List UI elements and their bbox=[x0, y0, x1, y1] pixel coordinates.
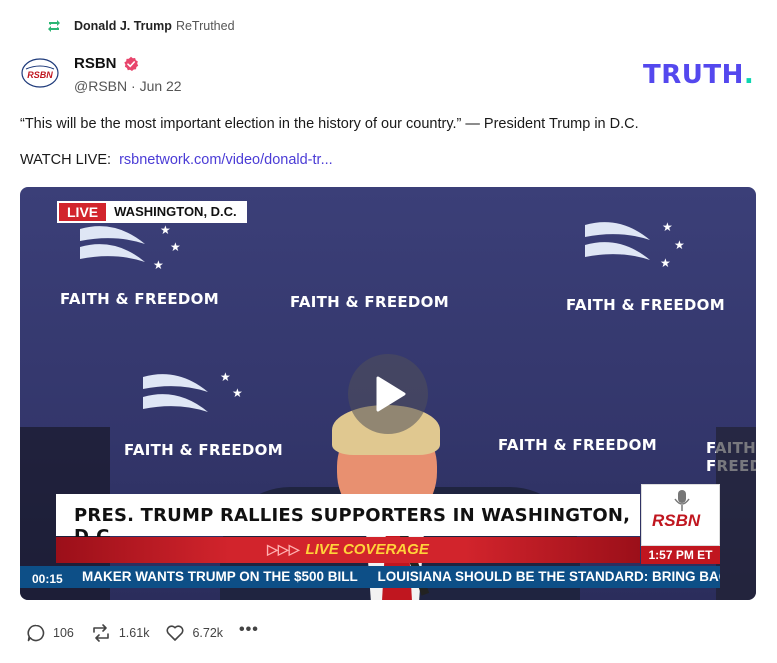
watch-live-line: WATCH LIVE: rsbnetwork.com/video/donald-… bbox=[20, 152, 333, 168]
svg-text:★: ★ bbox=[232, 386, 243, 400]
network-logo-text: RSBN bbox=[652, 511, 701, 530]
svg-text:★: ★ bbox=[170, 240, 181, 254]
watch-live-link[interactable]: rsbnetwork.com/video/donald-tr... bbox=[119, 152, 333, 168]
author-block: RSBN @RSBN · Jun 22 bbox=[74, 55, 182, 94]
banner-text: FAITH & FREEDOM bbox=[124, 441, 283, 459]
live-label: LIVE bbox=[59, 203, 107, 221]
retruth-button[interactable]: 1.61k bbox=[90, 623, 150, 643]
faith-freedom-logo: ★ ★ bbox=[143, 370, 243, 412]
microphone-logo-icon bbox=[674, 490, 690, 511]
post-text: “This will be the most important electio… bbox=[20, 116, 639, 132]
retruth-user-name[interactable]: Donald J. Trump bbox=[74, 19, 172, 33]
retruth-icon bbox=[48, 20, 60, 32]
retruth-label: ReTruthed bbox=[175, 19, 235, 33]
svg-text:★: ★ bbox=[660, 256, 671, 270]
stage-curtain bbox=[716, 427, 756, 600]
svg-text:★: ★ bbox=[662, 220, 673, 234]
more-icon: ••• bbox=[239, 621, 259, 638]
ticker-item: MAKER WANTS TRUMP ON THE $500 BILL bbox=[82, 569, 358, 584]
live-tag: LIVE WASHINGTON, D.C. bbox=[57, 201, 247, 223]
retruth-count: 1.61k bbox=[118, 626, 150, 640]
truth-logo-dot: . bbox=[743, 60, 755, 90]
more-options-button[interactable]: ••• bbox=[239, 621, 259, 639]
faith-freedom-logo: ★ ★ ★ bbox=[80, 223, 181, 272]
post-actions: 106 1.61k 6.72k ••• bbox=[26, 621, 275, 643]
live-coverage-label: LIVE COVERAGE bbox=[305, 541, 429, 558]
author-name[interactable]: RSBN bbox=[74, 55, 117, 72]
svg-text:★: ★ bbox=[153, 258, 164, 272]
banner-text: FAITH & FREEDOM bbox=[498, 436, 657, 454]
reply-button[interactable]: 106 bbox=[26, 623, 74, 643]
post-date[interactable]: Jun 22 bbox=[140, 78, 182, 94]
play-button[interactable] bbox=[348, 354, 428, 434]
truth-logo[interactable]: TRUTH. bbox=[643, 60, 754, 90]
network-logo-box: RSBN bbox=[641, 484, 720, 546]
avatar[interactable]: RSBN bbox=[20, 57, 60, 89]
svg-text:★: ★ bbox=[674, 238, 685, 252]
reply-icon bbox=[27, 624, 45, 642]
reply-count: 106 bbox=[53, 626, 74, 640]
banner-text: FAITH & FREEDOM bbox=[290, 293, 449, 311]
watch-live-label: WATCH LIVE: bbox=[20, 152, 112, 168]
coverage-arrows-icon: ▷▷▷ bbox=[267, 541, 300, 557]
heart-icon bbox=[166, 625, 184, 641]
like-count: 6.72k bbox=[192, 626, 224, 640]
video-timecode: 00:15 bbox=[32, 572, 63, 586]
truth-logo-text: TRUTH bbox=[643, 60, 744, 90]
banner-text: FAITH & FREEDOM bbox=[566, 296, 725, 314]
retruth-action-icon bbox=[93, 624, 109, 642]
svg-text:★: ★ bbox=[160, 223, 171, 237]
lower-third: PRES. TRUMP RALLIES SUPPORTERS IN WASHIN… bbox=[56, 494, 640, 547]
play-icon bbox=[376, 376, 406, 412]
broadcast-time: 1:57 PM ET bbox=[641, 546, 720, 564]
like-button[interactable]: 6.72k bbox=[165, 623, 223, 643]
avatar-logo-text: RSBN bbox=[27, 70, 53, 80]
meta-separator: · bbox=[131, 78, 140, 94]
svg-text:★: ★ bbox=[220, 370, 231, 384]
ticker-item: LOUISIANA SHOULD BE THE STANDARD: BRING … bbox=[377, 569, 720, 584]
live-location: WASHINGTON, D.C. bbox=[106, 203, 245, 221]
author-handle[interactable]: @RSBN bbox=[74, 78, 127, 94]
news-ticker: MAKER WANTS TRUMP ON THE $500 BILL LOUIS… bbox=[20, 566, 720, 588]
verified-badge-icon bbox=[123, 56, 138, 71]
banner-text: FAITH & FREEDOM bbox=[60, 290, 219, 308]
video-player[interactable]: ★ ★ ★ FAITH & FREEDOM ★ ★ ★ FAITH & FREE… bbox=[20, 187, 756, 600]
live-coverage-bar: ▷▷▷ LIVE COVERAGE bbox=[56, 537, 640, 563]
faith-freedom-logo: ★ ★ ★ bbox=[585, 220, 685, 270]
retruth-header: Donald J. Trump ReTruthed bbox=[46, 18, 235, 34]
